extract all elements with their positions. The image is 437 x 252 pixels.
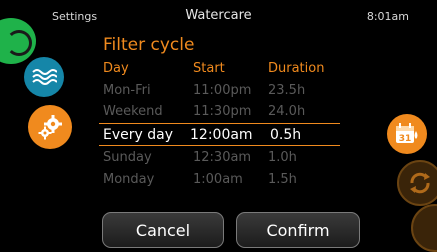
clock-time: 8:01am	[366, 10, 409, 23]
column-header-duration: Duration	[268, 61, 325, 76]
row-start: 12:30am	[193, 150, 252, 165]
row-day: Mon-Fri	[103, 83, 151, 98]
row-duration: 23.5h	[268, 83, 306, 98]
row-start: 12:00am	[190, 127, 253, 143]
water-waves-icon[interactable]	[24, 57, 64, 97]
header-bar: Settings Watercare 8:01am	[0, 0, 437, 30]
list-item-sunday[interactable]: Sunday 12:30am 1.0h	[103, 147, 343, 169]
cancel-button[interactable]: Cancel	[102, 212, 224, 248]
row-start: 11:30pm	[193, 104, 252, 119]
list-item-every-day-selected[interactable]: Every day 12:00am 0.5h	[103, 124, 343, 146]
page-title: Filter cycle	[103, 35, 195, 55]
row-day: Sunday	[103, 150, 152, 165]
row-duration: 1.5h	[268, 172, 297, 187]
row-day: Weekend	[103, 104, 163, 119]
list-item-mon-fri[interactable]: Mon-Fri 11:00pm 23.5h	[103, 80, 343, 102]
row-duration: 0.5h	[270, 127, 302, 143]
column-header-start: Start	[193, 61, 225, 76]
row-duration: 24.0h	[268, 104, 306, 119]
confirm-button[interactable]: Confirm	[236, 212, 360, 248]
row-day: Monday	[103, 172, 155, 187]
calendar-day-number: 31	[399, 134, 412, 144]
calendar-day-icon[interactable]: 31	[387, 114, 427, 154]
row-start: 1:00am	[193, 172, 243, 187]
column-header-day: Day	[103, 61, 129, 76]
partial-round-icon[interactable]	[411, 204, 437, 252]
selection-line-bottom	[99, 145, 340, 146]
watercare-screen: Settings Watercare 8:01am Filter cycle D…	[0, 0, 437, 252]
row-day: Every day	[103, 127, 173, 143]
settings-gears-icon[interactable]	[28, 105, 72, 149]
row-start: 11:00pm	[193, 83, 252, 98]
cycle-icon[interactable]	[397, 160, 437, 206]
list-item-weekend[interactable]: Weekend 11:30pm 24.0h	[103, 101, 343, 123]
list-item-monday[interactable]: Monday 1:00am 1.5h	[103, 169, 343, 191]
row-duration: 1.0h	[268, 150, 297, 165]
